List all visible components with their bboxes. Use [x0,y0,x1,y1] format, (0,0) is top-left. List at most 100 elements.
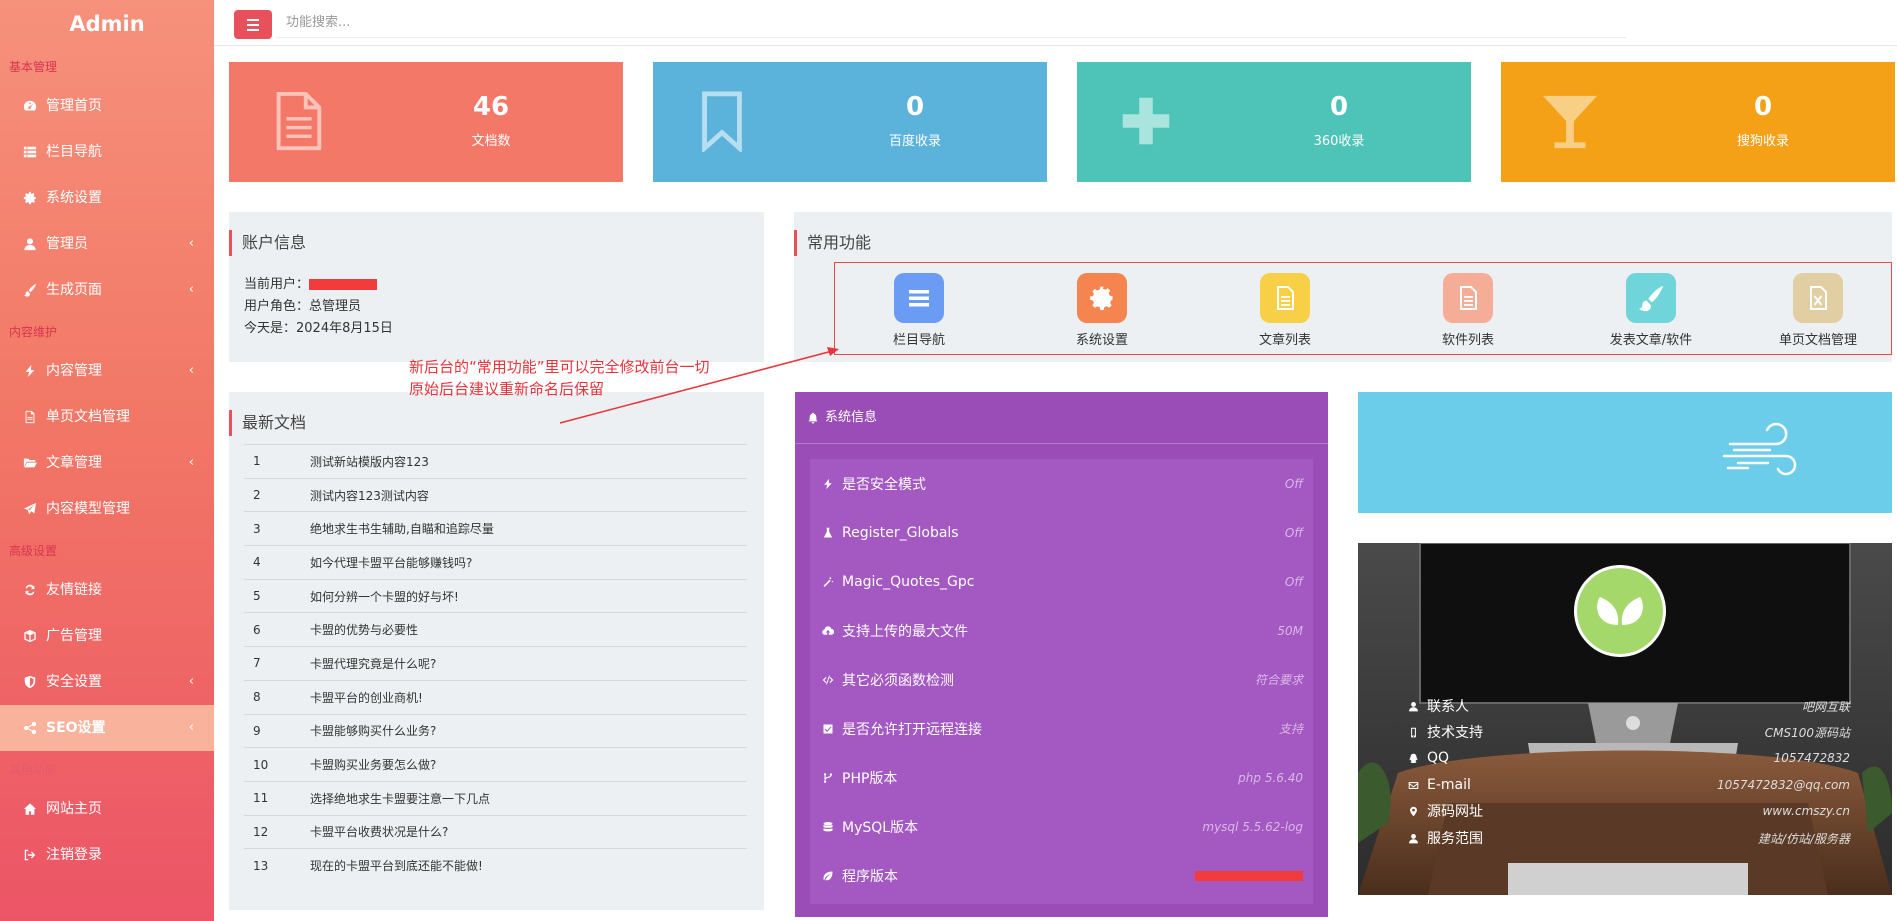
doc-row[interactable]: 8 卡盟平台的创业商机! [244,679,747,714]
sidebar-item-label: 文章管理 [46,455,102,471]
sidebar-item-articles[interactable]: 文章管理 ‹ [0,440,214,486]
sidebar-item-security[interactable]: 安全设置 ‹ [0,659,214,705]
doc-row[interactable]: 10 卡盟购买业务要怎么做? [244,747,747,781]
doc-title-link[interactable]: 测试新站模版内容123 [310,453,429,470]
sidebar-item-logout[interactable]: 注销登录 [0,832,214,878]
contact-row: 联系人 吧网互联 [1408,696,1850,716]
doc-title-link[interactable]: 卡盟平台的创业商机! [310,689,423,706]
stat-card-sogou: 0 搜狗收录 [1501,62,1895,182]
doc-title-link[interactable]: 如今代理卡盟平台能够赚钱吗? [310,554,472,571]
doc-row[interactable]: 11 选择绝地求生卡盟要注意一下几点 [244,780,747,815]
menu-toggle-button[interactable] [234,10,272,39]
doc-title-link[interactable]: 卡盟的优势与必要性 [310,621,418,638]
func-single-page[interactable]: 单页文档管理 [1743,273,1893,348]
sidebar-item-label: 广告管理 [46,628,102,644]
logo: Admin [69,12,145,36]
chevron-left-icon: ‹ [188,363,194,378]
stat-label: 百度收录 [888,134,941,149]
user-role: 用户角色：总管理员 [244,299,362,314]
doc-number: 13 [253,858,269,873]
doc-number: 2 [253,488,261,503]
doc-row[interactable]: 12 卡盟平台收费状况是什么? [244,814,747,849]
excel-icon [1793,273,1843,323]
sidebar-item-ads[interactable]: 广告管理 [0,613,214,659]
search-input[interactable] [276,8,1626,38]
sysinfo-label: 是否允许打开远程连接 [842,721,982,738]
sidebar-item-label: 内容模型管理 [46,501,130,517]
sysinfo-value: Off [1284,525,1303,540]
map-marker-icon [1410,806,1417,816]
qq-icon [1409,753,1418,763]
doc-number: 3 [253,521,261,536]
sysinfo-row: 支持上传的最大文件 50M [810,606,1313,655]
sidebar-item-admins[interactable]: 管理员 ‹ [0,221,214,267]
doc-row[interactable]: 13 现在的卡盟平台到底还能不能做! [244,848,747,882]
chevron-left-icon: ‹ [188,282,194,297]
topbar [214,0,1897,46]
contact-label: QQ [1427,750,1450,766]
system-info-list: 是否安全模式 Off Register_Globals Off Magic_Quotes… [810,459,1313,904]
doc-title-link[interactable]: 卡盟平台收费状况是什么? [310,823,448,840]
contact-panel: 联系人 吧网互联 技术支持 CMS100源码站 QQ 1057472832 E-mail 10… [1358,543,1892,895]
panel-title: 账户信息 [229,230,306,256]
doc-title-link[interactable]: 选择绝地求生卡盟要注意一下几点 [310,790,490,807]
leaf-icon [823,871,833,880]
doc-row[interactable]: 4 如今代理卡盟平台能够赚钱吗? [244,545,747,579]
doc-number: 10 [253,757,269,772]
sidebar-item-settings[interactable]: 系统设置 [0,175,214,221]
sysinfo-row: 程序版本 [810,851,1313,900]
doc-row[interactable]: 3 绝地求生书生辅助,自瞄和追踪尽量 [244,511,747,545]
func-settings[interactable]: 系统设置 [1027,273,1177,348]
contact-value: CMS100源码站 [1764,725,1850,740]
func-publish[interactable]: 发表文章/软件 [1576,273,1726,348]
sidebar-item-content[interactable]: 内容管理 ‹ [0,348,214,394]
doc-row[interactable]: 5 如何分辨一个卡盟的好与坏! [244,578,747,613]
doc-row[interactable]: 7 卡盟代理究竟是什么呢? [244,646,747,680]
doc-title-link[interactable]: 测试内容123测试内容 [310,487,429,504]
func-software-list[interactable]: 软件列表 [1393,273,1543,348]
sysinfo-row: PHP版本 php 5.6.40 [810,753,1313,802]
sidebar-item-links[interactable]: 友情链接 [0,567,214,613]
sidebar-section-title: 基本管理 [9,60,58,74]
sidebar-item-generate[interactable]: 生成页面 ‹ [0,267,214,313]
doc-row[interactable]: 1 测试新站模版内容123 [244,444,747,478]
sysinfo-label: 程序版本 [842,868,898,885]
sidebar-item-single-page[interactable]: 单页文档管理 [0,394,214,440]
sidebar-item-label: 内容管理 [46,363,102,379]
doc-number: 9 [253,723,261,738]
doc-row[interactable]: 2 测试内容123测试内容 [244,477,747,512]
system-info-header: 系统信息 [795,392,1328,444]
sysinfo-label: PHP版本 [842,770,898,787]
sidebar-item-dashboard[interactable]: 管理首页 [0,83,214,129]
doc-title-link[interactable]: 绝地求生书生辅助,自瞄和追踪尽量 [310,520,494,537]
sidebar-item-seo[interactable]: SEO设置 ‹ [0,705,214,751]
doc-row[interactable]: 6 卡盟的优势与必要性 [244,612,747,646]
func-navigation[interactable]: 栏目导航 [844,273,994,348]
list-icon [894,273,944,323]
doc-row[interactable]: 9 卡盟能够购买什么业务? [244,713,747,748]
dashboard-icon [20,96,40,116]
sidebar-item-label: 管理员 [46,236,88,252]
sysinfo-label: 支持上传的最大文件 [842,623,968,640]
database-icon [823,821,833,831]
doc-title-link[interactable]: 如何分辨一个卡盟的好与坏! [310,588,459,605]
sidebar-item-content-model[interactable]: 内容模型管理 [0,486,214,532]
magic-icon [823,576,834,587]
folder-icon [20,453,40,473]
file-icon [20,407,40,427]
doc-title-link[interactable]: 卡盟能够购买什么业务? [310,722,436,739]
user-icon [20,234,40,254]
gear-icon [20,188,40,208]
send-icon [20,499,40,519]
contact-value: www.cmszy.cn [1762,804,1850,818]
sysinfo-value: php 5.6.40 [1238,770,1303,785]
sidebar-item-home[interactable]: 网站主页 [0,786,214,832]
sidebar-item-label: 注销登录 [46,847,102,863]
func-article-list[interactable]: 文章列表 [1210,273,1360,348]
sidebar-item-navigation[interactable]: 栏目导航 [0,129,214,175]
user-icon [1409,701,1418,711]
doc-title-link[interactable]: 现在的卡盟平台到底还能不能做! [310,857,483,874]
sysinfo-row: 是否安全模式 Off [810,459,1313,508]
doc-title-link[interactable]: 卡盟代理究竟是什么呢? [310,655,436,672]
doc-title-link[interactable]: 卡盟购买业务要怎么做? [310,756,436,773]
